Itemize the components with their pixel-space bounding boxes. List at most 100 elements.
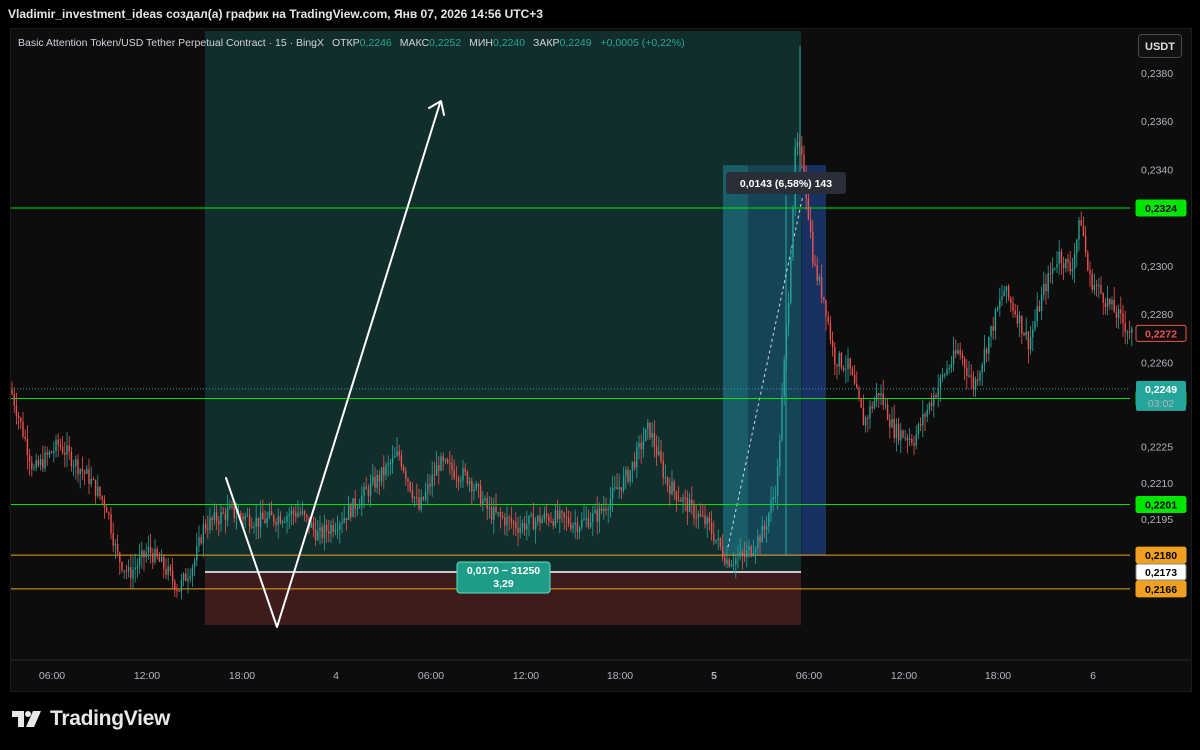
candle-body <box>847 358 849 369</box>
candle-body <box>314 529 317 541</box>
candle-body <box>268 511 271 518</box>
candle-body <box>376 474 378 488</box>
candle-body <box>743 555 746 558</box>
candle-body <box>1128 331 1131 333</box>
candle-body <box>576 522 579 532</box>
candle-body <box>919 424 922 426</box>
candle-body <box>1100 284 1102 294</box>
x-axis-tick: 12:00 <box>891 670 917 682</box>
candle-body <box>697 513 700 518</box>
candle-body <box>510 518 513 523</box>
candle-body <box>488 507 491 509</box>
candle-body <box>1115 312 1118 318</box>
candle-body <box>1078 220 1080 240</box>
currency-button[interactable]: USDT <box>1138 34 1182 58</box>
candle-body <box>550 521 552 523</box>
high-label: МАКС <box>399 37 430 49</box>
candle-body <box>440 456 442 471</box>
candle-body <box>721 546 724 558</box>
candle-body <box>523 523 526 530</box>
candle-body <box>141 550 143 557</box>
candle-body <box>957 350 959 354</box>
candle-body <box>165 568 167 575</box>
candle-body <box>728 559 730 567</box>
tradingview-logo[interactable]: TradingView <box>12 707 170 731</box>
candle-body <box>614 487 616 489</box>
candle-body <box>541 518 543 523</box>
candle-body <box>930 402 933 406</box>
candle-body <box>543 513 546 519</box>
position-profit-zone[interactable] <box>205 31 801 573</box>
candle-body <box>273 515 275 523</box>
candle-body <box>1095 284 1098 286</box>
candle-body <box>143 550 145 558</box>
candle-body <box>961 354 964 359</box>
candle-body <box>303 511 306 515</box>
candle-body <box>121 562 123 571</box>
candle-body <box>834 347 836 365</box>
candle-body <box>319 527 321 532</box>
candle-body <box>356 508 359 510</box>
candle-body <box>1036 306 1038 322</box>
candle-body <box>59 445 62 447</box>
candle-body <box>1104 302 1107 308</box>
candle-body <box>13 393 15 406</box>
candle-body <box>358 506 361 509</box>
last-price-label: 0,2249 <box>1145 384 1177 396</box>
candle-body <box>444 459 447 461</box>
candle-body <box>81 469 84 472</box>
candle-body <box>572 524 574 529</box>
candle-body <box>20 418 22 422</box>
candle-body <box>66 445 68 455</box>
candle-body <box>1084 235 1087 254</box>
candle-body <box>845 368 847 370</box>
candle-body <box>178 590 180 592</box>
candle-body <box>768 513 770 527</box>
candle-body <box>97 486 99 496</box>
candle-body <box>471 480 473 492</box>
candle-body <box>158 556 161 562</box>
candle-body <box>215 512 218 522</box>
candle-body <box>1018 315 1021 324</box>
candle-body <box>636 447 638 468</box>
candle-body <box>1067 258 1069 263</box>
candle-body <box>490 507 493 520</box>
candle-body <box>1120 309 1122 314</box>
candle-body <box>644 429 647 442</box>
candle-body <box>482 500 484 506</box>
candle-body <box>114 543 117 546</box>
candle-body <box>660 450 662 461</box>
candle-body <box>416 497 418 499</box>
candle-body <box>699 513 702 516</box>
candle-body <box>640 443 642 450</box>
candle-body <box>741 552 744 556</box>
position-label-line2: 3,29 <box>493 578 514 590</box>
candle-body <box>812 232 814 264</box>
candle-body <box>871 406 873 409</box>
candle-body <box>512 522 515 524</box>
candle-body <box>130 567 132 579</box>
candle-body <box>598 508 601 522</box>
candle-body <box>343 518 345 523</box>
candle-body <box>807 198 810 220</box>
low-value: 0,2240 <box>492 37 526 49</box>
candle-body <box>633 461 636 468</box>
candle-body <box>785 326 788 361</box>
candle-body <box>823 297 825 301</box>
candle-body <box>922 414 924 426</box>
candle-body <box>391 457 394 464</box>
candle-body <box>746 550 748 558</box>
candle-body <box>647 422 649 430</box>
candle-body <box>948 367 950 369</box>
candle-body <box>631 461 634 471</box>
candle-body <box>519 527 521 533</box>
candle-body <box>616 487 618 490</box>
candle-body <box>180 580 183 592</box>
candle-body <box>704 515 706 525</box>
price-chart[interactable]: 0,0170 − 312503,29 0,0143 (6,58%) 143 0,23… <box>0 0 1200 750</box>
candle-body <box>532 514 535 530</box>
candle-body <box>1073 253 1076 270</box>
candle-body <box>94 479 97 496</box>
candle-body <box>809 219 812 233</box>
candle-body <box>125 570 128 572</box>
